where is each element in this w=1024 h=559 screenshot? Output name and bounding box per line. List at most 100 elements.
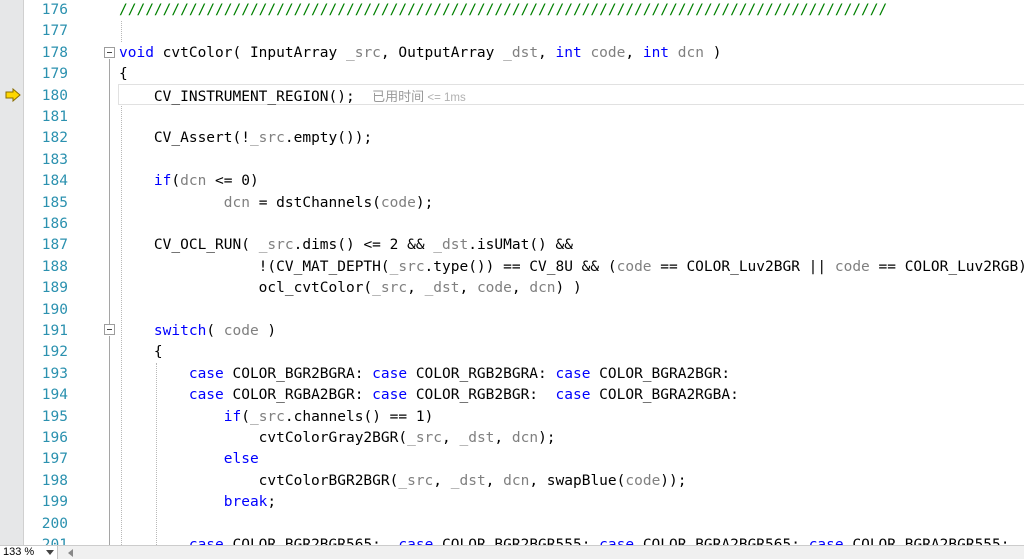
code-token: COLOR_BGRA2BGR565: bbox=[634, 537, 809, 545]
line-code[interactable]: CV_OCL_RUN( _src.dims() <= 2 && _dst.isU… bbox=[119, 235, 573, 256]
code-token: COLOR_BGRA2BGR555: bbox=[843, 537, 1010, 545]
zoom-dropdown[interactable]: 133 % bbox=[0, 546, 58, 559]
code-line[interactable]: 195 if(_src.channels() == 1) bbox=[0, 407, 1024, 428]
code-line[interactable]: 176 /////////////////////////////////////… bbox=[0, 0, 1024, 21]
code-token: !(CV_MAT_DEPTH( bbox=[119, 258, 390, 275]
code-token: , bbox=[433, 472, 451, 489]
code-token: case bbox=[188, 365, 224, 382]
line-code[interactable]: case COLOR_BGR2BGRA: case COLOR_RGB2BGRA… bbox=[119, 364, 730, 385]
line-code[interactable]: void cvtColor( InputArray _src, OutputAr… bbox=[119, 43, 721, 64]
code-token: case bbox=[555, 387, 591, 404]
line-number: 176 bbox=[41, 2, 68, 18]
code-line[interactable]: 183 bbox=[0, 150, 1024, 171]
line-code[interactable]: switch( code ) bbox=[119, 321, 276, 342]
code-line[interactable]: 180 CV_INSTRUMENT_REGION(); 已用时间 <= 1ms bbox=[0, 86, 1024, 107]
line-number: 197 bbox=[41, 451, 68, 468]
code-token: _src bbox=[372, 280, 408, 297]
code-token: int bbox=[555, 44, 582, 61]
code-token: code bbox=[223, 323, 259, 339]
code-token: ( bbox=[171, 173, 181, 190]
code-token: .channels() == 1) bbox=[284, 408, 434, 425]
code-token: { bbox=[119, 344, 163, 361]
code-token: code bbox=[625, 472, 661, 489]
line-code[interactable]: { bbox=[119, 64, 128, 85]
code-line[interactable]: 193 case COLOR_BGR2BGRA: case COLOR_RGB2… bbox=[0, 364, 1024, 385]
code-line[interactable]: 184 if(dcn <= 0) bbox=[0, 171, 1024, 192]
code-token: void bbox=[119, 44, 154, 61]
line-code[interactable]: dcn = dstChannels(code); bbox=[119, 193, 434, 214]
line-code[interactable]: ////////////////////////////////////////… bbox=[119, 0, 887, 21]
code-token: _src bbox=[345, 44, 381, 61]
code-line[interactable]: 186 bbox=[0, 214, 1024, 235]
line-code[interactable]: cvtColorGray2BGR(_src, _dst, dcn); bbox=[119, 428, 556, 449]
line-number: 198 bbox=[41, 472, 68, 489]
code-line[interactable]: 185 dcn = dstChannels(code); bbox=[0, 193, 1024, 214]
code-line[interactable]: 181 bbox=[0, 107, 1024, 128]
code-token: = dstChannels( bbox=[249, 194, 381, 211]
line-number: 199 bbox=[41, 494, 68, 511]
code-line[interactable]: 190 bbox=[0, 300, 1024, 321]
code-line[interactable]: 191 switch( code ) bbox=[0, 321, 1024, 342]
code-line[interactable]: 177 bbox=[0, 21, 1024, 42]
code-token: case bbox=[372, 387, 408, 404]
code-line[interactable]: 178 void cvtColor( InputArray _src, Outpu… bbox=[0, 43, 1024, 64]
line-code[interactable]: else bbox=[119, 449, 259, 470]
code-line[interactable]: 182 CV_Assert(!_src.empty()); bbox=[0, 128, 1024, 149]
code-token: _dst bbox=[424, 280, 460, 297]
line-number: 186 bbox=[41, 216, 68, 232]
line-code[interactable]: case COLOR_BGR2BGR565: case COLOR_BGR2BG… bbox=[119, 535, 1010, 545]
code-token: dcn bbox=[529, 280, 556, 297]
line-code[interactable]: if(dcn <= 0) bbox=[119, 171, 259, 192]
line-code[interactable]: CV_INSTRUMENT_REGION(); 已用时间 <= 1ms bbox=[119, 86, 466, 109]
code-line[interactable]: 179 { bbox=[0, 64, 1024, 85]
code-line[interactable]: 194 case COLOR_RGBA2BGR: case COLOR_RGB2… bbox=[0, 385, 1024, 406]
code-token: case bbox=[188, 387, 224, 404]
line-code[interactable]: { bbox=[119, 342, 163, 363]
line-code[interactable]: break; bbox=[119, 492, 276, 513]
code-line[interactable]: 188 !(CV_MAT_DEPTH(_src.type()) == CV_8U… bbox=[0, 257, 1024, 278]
code-token: COLOR_BGR2BGR555: bbox=[433, 537, 600, 545]
code-token: dcn bbox=[503, 472, 530, 489]
line-number: 196 bbox=[41, 430, 68, 446]
line-number: 181 bbox=[41, 109, 68, 125]
code-line[interactable]: 201 case COLOR_BGR2BGR565: case COLOR_BG… bbox=[0, 535, 1024, 545]
line-code[interactable]: CV_Assert(!_src.empty()); bbox=[119, 128, 372, 149]
code-token: COLOR_RGB2BGRA: bbox=[407, 365, 556, 382]
line-number: 177 bbox=[41, 23, 68, 40]
code-line[interactable]: 192 { bbox=[0, 342, 1024, 363]
code-token: code bbox=[476, 280, 512, 297]
line-number: 194 bbox=[41, 387, 68, 404]
line-number: 189 bbox=[41, 280, 68, 297]
code-token: .dims() <= 2 && bbox=[293, 237, 434, 254]
code-line[interactable]: 200 bbox=[0, 514, 1024, 535]
code-token: , OutputArray bbox=[380, 44, 504, 61]
code-token: int bbox=[642, 44, 670, 61]
code-token: ; bbox=[267, 494, 277, 511]
line-code[interactable]: case COLOR_RGBA2BGR: case COLOR_RGB2BGR:… bbox=[119, 385, 739, 406]
code-token: ////////////////////////////////////////… bbox=[119, 2, 888, 18]
line-code[interactable]: !(CV_MAT_DEPTH(_src.type()) == CV_8U && … bbox=[119, 257, 1024, 278]
code-token: , bbox=[538, 44, 556, 61]
line-number: 191 bbox=[41, 323, 68, 339]
code-line[interactable]: 187 CV_OCL_RUN( _src.dims() <= 2 && _dst… bbox=[0, 235, 1024, 256]
scroll-left-button[interactable] bbox=[64, 548, 80, 558]
code-line[interactable]: 196 cvtColorGray2BGR(_src, _dst, dcn); bbox=[0, 428, 1024, 449]
line-code[interactable]: if(_src.channels() == 1) bbox=[119, 407, 434, 428]
line-code[interactable]: cvtColorBGR2BGR(_src, _dst, dcn, swapBlu… bbox=[119, 471, 687, 492]
code-line[interactable]: 199 break; bbox=[0, 492, 1024, 513]
line-number: 185 bbox=[41, 194, 68, 211]
code-line[interactable]: 189 ocl_cvtColor(_src, _dst, code, dcn) … bbox=[0, 278, 1024, 299]
code-token: , bbox=[494, 430, 512, 446]
code-editor[interactable]: 176 /////////////////////////////////////… bbox=[0, 0, 1024, 545]
code-line[interactable]: 197 else bbox=[0, 449, 1024, 470]
code-token: _dst bbox=[450, 472, 486, 489]
code-token: COLOR_BGR2BGRA: bbox=[223, 365, 373, 382]
zoom-level: 133 % bbox=[3, 546, 35, 558]
code-token: dcn bbox=[223, 194, 250, 211]
code-token: _dst bbox=[503, 44, 539, 61]
code-token: ocl_cvtColor( bbox=[119, 280, 373, 297]
line-code[interactable]: ocl_cvtColor(_src, _dst, code, dcn) ) bbox=[119, 278, 582, 299]
code-line[interactable]: 198 cvtColorBGR2BGR(_src, _dst, dcn, swa… bbox=[0, 471, 1024, 492]
